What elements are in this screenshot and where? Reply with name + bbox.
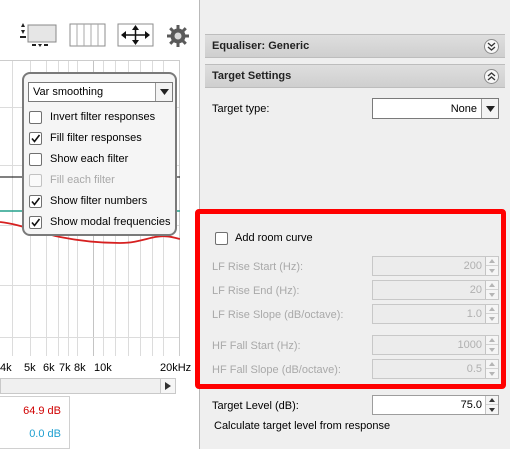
show-each-filter-checkbox[interactable] — [29, 152, 42, 166]
scroll-right-icon[interactable] — [160, 379, 175, 393]
add-room-curve-checkbox[interactable] — [215, 231, 228, 245]
lf-rise-end-field: 20 — [372, 280, 499, 300]
hf-fall-start-label: HF Fall Start (Hz): — [212, 340, 301, 352]
cursor-readout-box: 64.9 dB 0.0 dB — [0, 396, 70, 449]
lf-rise-start-field: 200 — [372, 256, 499, 276]
spin-up-icon — [486, 281, 498, 290]
spin-up-icon — [486, 336, 498, 345]
gear-icon[interactable] — [166, 24, 190, 48]
x-axis-tick-labels: 4k 5k 6k 7k 8k 10k 20kHz — [0, 358, 200, 378]
smoothing-select[interactable]: Var smoothing — [28, 82, 173, 102]
columns-icon[interactable] — [69, 22, 107, 48]
option-label: Show modal frequencies — [50, 216, 171, 228]
equaliser-section-header[interactable]: Equaliser: Generic — [205, 34, 505, 58]
show-filter-numbers-option[interactable]: Show filter numbers — [29, 193, 147, 209]
spinner — [485, 305, 498, 323]
target-type-label: Target type: — [212, 103, 270, 115]
show-each-filter-option[interactable]: Show each filter — [29, 151, 128, 167]
add-room-curve-option[interactable]: Add room curve — [215, 230, 313, 246]
equaliser-title: Equaliser: Generic — [212, 40, 310, 52]
hf-fall-start-field: 1000 — [372, 335, 499, 355]
show-modal-frequencies-option[interactable]: Show modal frequencies — [29, 214, 170, 230]
spinner — [485, 360, 498, 378]
spinner[interactable] — [485, 396, 498, 414]
spin-up-icon — [486, 257, 498, 266]
lf-rise-slope-field: 1.0 — [372, 304, 499, 324]
x-tick-label: 4k — [0, 362, 12, 374]
lf-rise-start-value: 200 — [463, 260, 482, 272]
spinner — [485, 336, 498, 354]
settings-panel: Equaliser: Generic Target Settings Targe… — [195, 0, 510, 449]
response-readout: 64.9 dB — [23, 405, 61, 417]
target-level-field[interactable]: 75.0 — [372, 395, 499, 415]
target-level-label: Target Level (dB): — [212, 400, 299, 412]
option-label: Fill each filter — [50, 174, 115, 186]
x-tick-label: 8k — [74, 362, 86, 374]
target-type-value: None — [450, 103, 477, 115]
target-type-select[interactable]: None — [372, 98, 499, 119]
x-tick-label: 10k — [94, 362, 112, 374]
calculate-target-level-link[interactable]: Calculate target level from response — [214, 420, 390, 432]
invert-filter-responses-checkbox[interactable] — [29, 110, 42, 124]
lf-rise-end-value: 20 — [469, 284, 482, 296]
lf-rise-end-label: LF Rise End (Hz): — [212, 285, 300, 297]
hf-fall-start-value: 1000 — [457, 339, 482, 351]
target-level-value: 75.0 — [460, 399, 482, 411]
option-label: Invert filter responses — [50, 111, 156, 123]
x-tick-label: 6k — [43, 362, 55, 374]
spin-down-icon — [486, 314, 498, 323]
chevron-down-icon[interactable] — [481, 99, 498, 118]
invert-filter-responses-option[interactable]: Invert filter responses — [29, 109, 155, 125]
fill-filter-responses-checkbox[interactable] — [29, 131, 42, 145]
spin-up-icon — [486, 360, 498, 369]
spin-up-icon — [486, 305, 498, 314]
fill-each-filter-option: Fill each filter — [29, 172, 115, 188]
spin-down-icon — [486, 369, 498, 378]
option-label: Show filter numbers — [50, 195, 148, 207]
chevron-double-down-icon[interactable] — [484, 39, 499, 54]
target-settings-section-header[interactable]: Target Settings — [205, 64, 505, 88]
smoothing-value: Var smoothing — [33, 86, 104, 98]
spin-down-icon — [486, 290, 498, 299]
show-filter-numbers-checkbox[interactable] — [29, 194, 42, 208]
spinner — [485, 281, 498, 299]
horizontal-scrollbar[interactable] — [0, 378, 176, 394]
hf-fall-slope-field: 0.5 — [372, 359, 499, 379]
spin-up-icon[interactable] — [486, 396, 498, 405]
option-label: Fill filter responses — [50, 132, 142, 144]
graph-options-panel: Var smoothing Invert filter responses Fi… — [22, 72, 177, 236]
spin-down-icon — [486, 266, 498, 275]
spin-down-icon[interactable] — [486, 405, 498, 414]
lf-rise-slope-value: 1.0 — [466, 308, 482, 320]
fill-each-filter-checkbox — [29, 173, 42, 187]
fill-filter-responses-option[interactable]: Fill filter responses — [29, 130, 142, 146]
hf-fall-slope-value: 0.5 — [466, 363, 482, 375]
fit-arrows-icon[interactable] — [117, 22, 155, 48]
spin-down-icon — [486, 345, 498, 354]
x-tick-label: 20kHz — [160, 362, 192, 374]
option-label: Show each filter — [50, 153, 129, 165]
add-room-curve-label: Add room curve — [235, 232, 313, 244]
x-tick-label: 5k — [24, 362, 36, 374]
hf-fall-slope-label: HF Fall Slope (dB/octave): — [212, 364, 341, 376]
x-tick-label: 7k — [59, 362, 71, 374]
lf-rise-start-label: LF Rise Start (Hz): — [212, 261, 304, 273]
target-settings-title: Target Settings — [212, 70, 292, 82]
graph-toolbar — [0, 0, 200, 60]
spinner — [485, 257, 498, 275]
show-modal-frequencies-checkbox[interactable] — [29, 215, 42, 229]
lf-rise-slope-label: LF Rise Slope (dB/octave): — [212, 309, 344, 321]
target-readout: 0.0 dB — [29, 428, 61, 440]
chevron-down-icon[interactable] — [155, 83, 172, 101]
chevron-double-up-icon[interactable] — [484, 69, 499, 84]
graph-layout-icon[interactable] — [18, 22, 60, 48]
